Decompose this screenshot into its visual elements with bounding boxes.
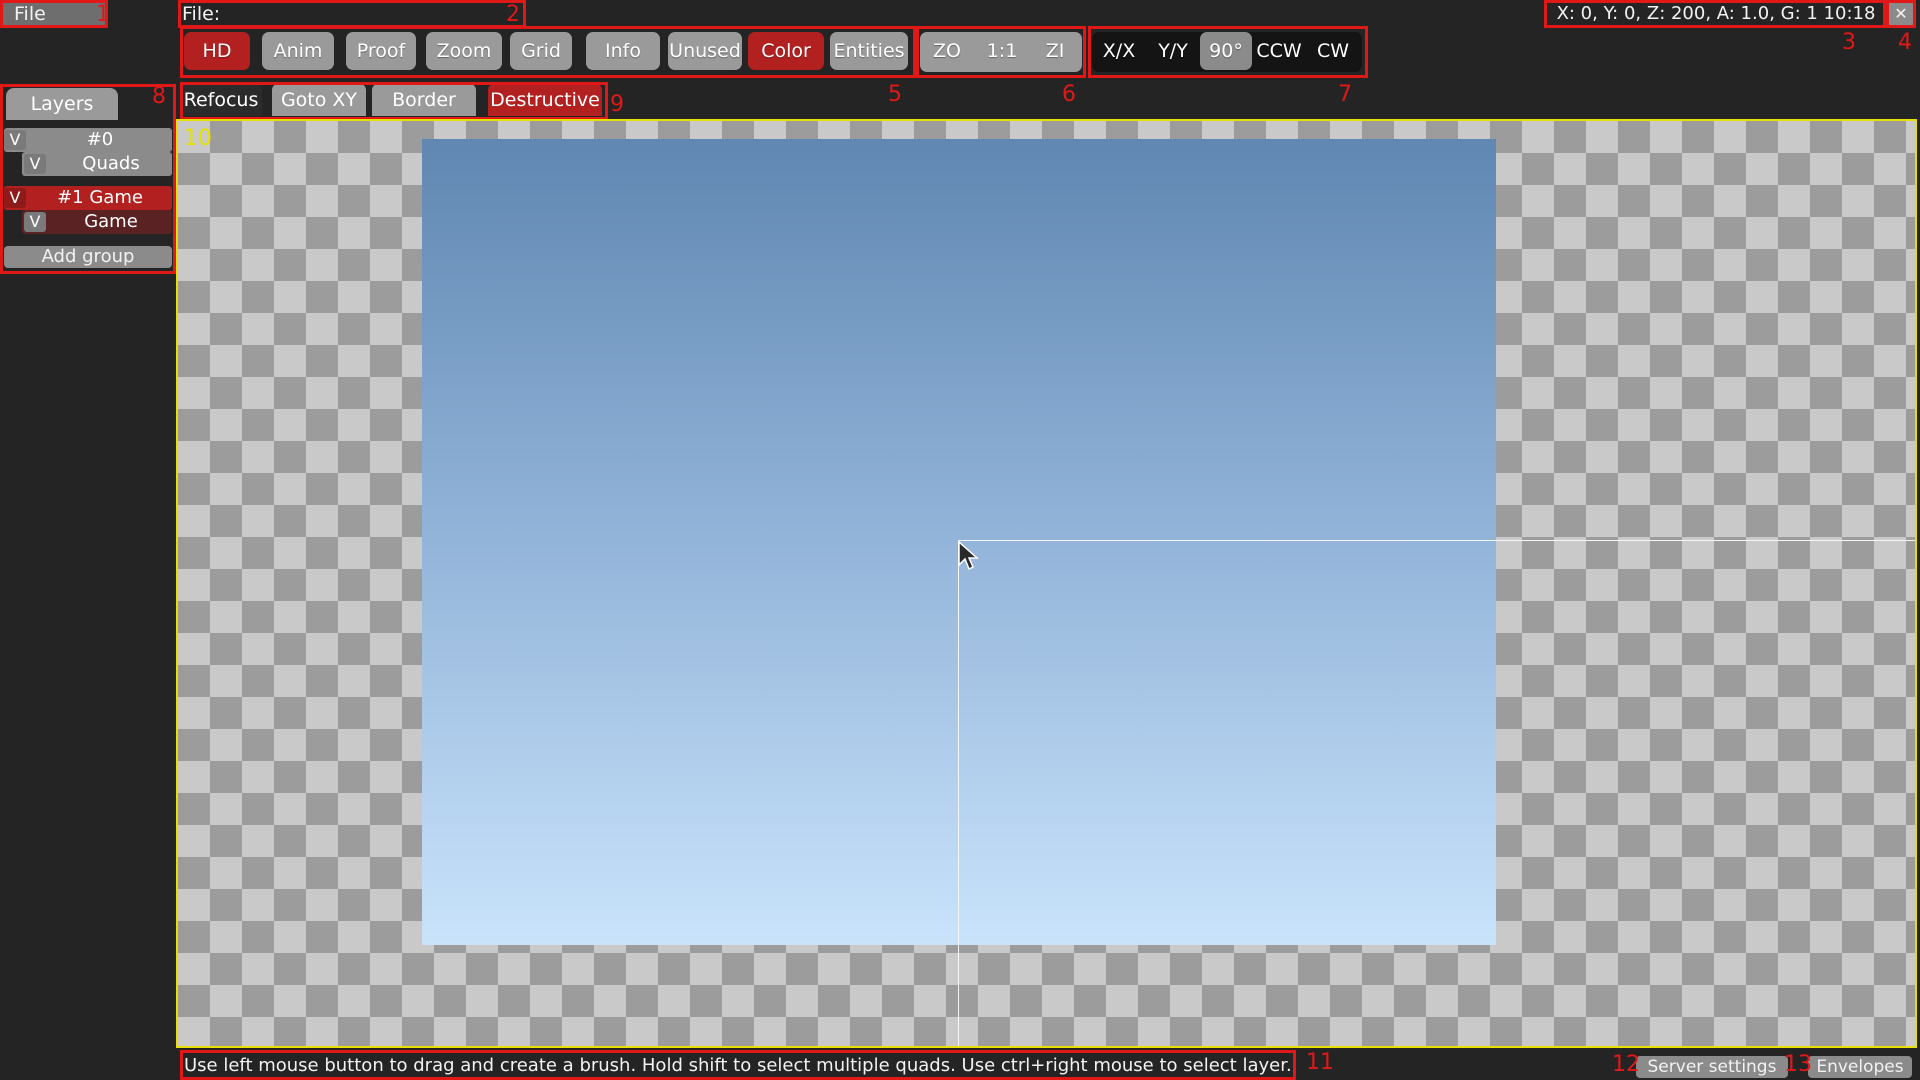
hd-toggle-button[interactable]: HD xyxy=(184,32,250,70)
zoom-in-button[interactable]: ZI xyxy=(1030,32,1080,70)
file-path-label: File: xyxy=(182,3,221,25)
crosshair-horizontal xyxy=(958,540,1915,541)
annotation-1: 1 xyxy=(96,2,110,27)
layers-tab-label: Layers xyxy=(30,93,94,115)
layer-name: Quads xyxy=(82,153,140,174)
zoom-reset-button[interactable]: 1:1 xyxy=(976,32,1028,70)
layer-group-name: #1 Game xyxy=(57,187,143,208)
flip-y-button[interactable]: Y/Y xyxy=(1148,32,1198,70)
annotation-6: 6 xyxy=(1062,82,1076,107)
close-icon: ✕ xyxy=(1894,4,1908,23)
destructive-button[interactable]: Destructive xyxy=(488,84,602,116)
rotate-cw-button[interactable]: CW xyxy=(1308,32,1358,70)
status-info-readout: X: 0, Y: 0, Z: 200, A: 1.0, G: 1 10:18 xyxy=(1556,3,1876,24)
layer-group-row[interactable]: V #0 xyxy=(4,128,172,152)
annotation-2: 2 xyxy=(506,2,520,27)
annotation-13: 13 xyxy=(1784,1052,1812,1077)
annotation-10: 10 xyxy=(184,126,212,151)
goto-xy-button[interactable]: Goto XY xyxy=(272,84,366,116)
layer-visibility-toggle[interactable]: V xyxy=(24,154,46,174)
zoom-toggle-button[interactable]: Zoom xyxy=(426,32,502,70)
anim-toggle-button[interactable]: Anim xyxy=(262,32,334,70)
map-canvas[interactable] xyxy=(176,119,1917,1048)
file-menu-button[interactable]: File xyxy=(2,2,106,26)
annotation-8: 8 xyxy=(152,84,166,109)
layer-visibility-toggle[interactable]: V xyxy=(24,212,46,232)
proof-toggle-button[interactable]: Proof xyxy=(346,32,416,70)
zoom-out-button[interactable]: ZO xyxy=(922,32,972,70)
group-visibility-toggle[interactable]: V xyxy=(4,188,26,208)
add-group-button[interactable]: Add group xyxy=(4,246,172,268)
rotate-ccw-button[interactable]: CCW xyxy=(1252,32,1306,70)
layer-name: Game xyxy=(84,211,138,232)
annotation-3: 3 xyxy=(1842,30,1856,55)
layer-group-name: #0 xyxy=(86,129,114,150)
layer-row[interactable]: V Game xyxy=(22,210,172,234)
layer-group-row[interactable]: V #1 Game xyxy=(4,186,172,210)
add-group-label: Add group xyxy=(41,246,135,267)
rotate-90-button[interactable]: 90° xyxy=(1200,32,1252,70)
layer-row[interactable]: V Quads xyxy=(22,152,172,176)
group-visibility-toggle[interactable]: V xyxy=(4,130,26,150)
annotation-9: 9 xyxy=(610,92,624,117)
envelopes-label: Envelopes xyxy=(1816,1057,1904,1077)
annotation-4: 4 xyxy=(1898,30,1912,55)
envelopes-button[interactable]: Envelopes xyxy=(1808,1056,1912,1078)
unused-toggle-button[interactable]: Unused xyxy=(668,32,742,70)
server-settings-button[interactable]: Server settings xyxy=(1636,1056,1788,1078)
file-menu-label: File xyxy=(14,3,46,25)
entities-toggle-button[interactable]: Entities xyxy=(830,32,908,70)
tab-layers[interactable]: Layers xyxy=(6,88,118,120)
flip-x-button[interactable]: X/X xyxy=(1094,32,1144,70)
annotation-7: 7 xyxy=(1338,82,1352,107)
annotation-5: 5 xyxy=(888,82,902,107)
mouse-cursor-icon xyxy=(958,541,979,571)
annotation-12: 12 xyxy=(1612,1052,1640,1077)
info-toggle-button[interactable]: Info xyxy=(586,32,660,70)
color-toggle-button[interactable]: Color xyxy=(748,32,824,70)
server-settings-label: Server settings xyxy=(1647,1057,1777,1077)
status-hint: Use left mouse button to drag and create… xyxy=(184,1055,1292,1076)
crosshair-vertical xyxy=(958,540,959,1046)
close-button[interactable]: ✕ xyxy=(1888,2,1914,26)
annotation-11: 11 xyxy=(1306,1050,1334,1075)
border-button[interactable]: Border xyxy=(372,84,476,116)
refocus-button[interactable]: Refocus xyxy=(180,84,262,116)
grid-toggle-button[interactable]: Grid xyxy=(510,32,572,70)
